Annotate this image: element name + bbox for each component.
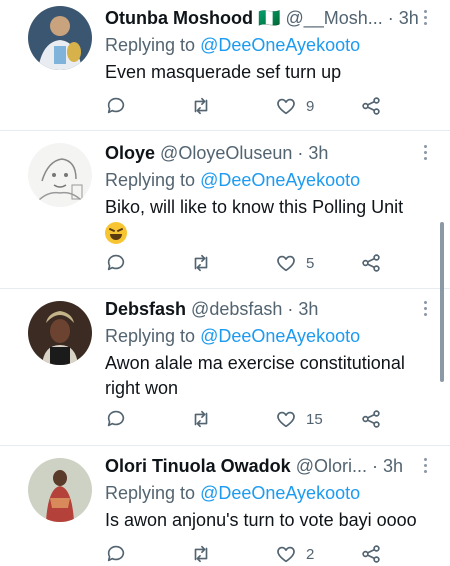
- share-icon: [362, 410, 380, 428]
- heart-icon: [277, 98, 295, 115]
- more-options-icon[interactable]: [424, 458, 428, 476]
- mention-link[interactable]: @DeeOneAyekooto: [200, 170, 360, 190]
- share-icon: [362, 254, 380, 272]
- replying-to: Replying to @DeeOneAyekooto: [105, 480, 430, 506]
- retweet-button[interactable]: [190, 251, 221, 275]
- heart-icon: [277, 546, 295, 563]
- retweet-button[interactable]: [190, 94, 221, 118]
- timestamp[interactable]: · 3h: [297, 143, 328, 163]
- tweet-text: Awon alale ma exercise constitutional ri…: [105, 353, 405, 398]
- display-name[interactable]: Debsfash: [105, 299, 186, 319]
- tweet-header: Oloye @OloyeOluseun · 3h: [105, 141, 430, 165]
- username[interactable]: @Olori...: [296, 456, 367, 476]
- mention-link[interactable]: @DeeOneAyekooto: [200, 35, 360, 55]
- more-options-icon[interactable]: [424, 301, 428, 319]
- share-button[interactable]: [360, 94, 382, 118]
- tweet[interactable]: Otunba Moshood 🇳🇬 @__Mosh... · 3h Replyi…: [0, 0, 450, 131]
- replying-to: Replying to @DeeOneAyekooto: [105, 32, 430, 58]
- replying-to: Replying to @DeeOneAyekooto: [105, 167, 430, 193]
- tweet-text: Is awon anjonu's turn to vote bayi oooo: [105, 510, 417, 530]
- timestamp[interactable]: · 3h: [372, 456, 403, 476]
- display-name[interactable]: Otunba Moshood: [105, 8, 253, 28]
- share-button[interactable]: [360, 251, 382, 275]
- tweet-header: Olori Tinuola Owadok @Olori... · 3h: [105, 454, 430, 478]
- heart-icon: [277, 255, 295, 272]
- grinning-squinting-face-icon: [105, 222, 127, 245]
- display-name[interactable]: Oloye: [105, 143, 155, 163]
- replying-label: Replying to: [105, 170, 201, 190]
- retweet-icon: [194, 545, 208, 563]
- more-options-icon[interactable]: [424, 10, 428, 28]
- reply-icon: [107, 545, 125, 562]
- like-button[interactable]: 2: [275, 542, 314, 566]
- avatar[interactable]: [28, 458, 92, 522]
- like-count: 9: [306, 97, 315, 115]
- mention-link[interactable]: @DeeOneAyekooto: [200, 326, 360, 346]
- username[interactable]: @__Mosh...: [285, 8, 382, 28]
- scrollbar[interactable]: [440, 222, 444, 382]
- avatar[interactable]: [28, 301, 92, 365]
- reply-icon: [107, 410, 125, 427]
- timestamp[interactable]: · 3h: [388, 8, 419, 28]
- like-button[interactable]: 5: [275, 251, 314, 275]
- retweet-button[interactable]: [190, 542, 221, 566]
- reply-button[interactable]: [105, 94, 136, 118]
- share-button[interactable]: [360, 407, 382, 431]
- replying-label: Replying to: [105, 483, 201, 503]
- heart-icon: [277, 411, 295, 428]
- replying-to: Replying to @DeeOneAyekooto: [105, 323, 430, 349]
- reply-button[interactable]: [105, 407, 136, 431]
- share-icon: [362, 97, 380, 115]
- retweet-button[interactable]: [190, 407, 221, 431]
- reply-icon: [107, 254, 125, 271]
- avatar[interactable]: [28, 143, 92, 207]
- tweet-actions: 5: [105, 251, 395, 275]
- nigeria-flag-icon: 🇳🇬: [258, 8, 281, 28]
- tweet[interactable]: Debsfash @debsfash · 3h Replying to @Dee…: [0, 289, 450, 446]
- tweet-actions: 2: [105, 542, 395, 566]
- reply-button[interactable]: [105, 542, 136, 566]
- share-icon: [362, 545, 380, 563]
- tweet-text: Biko, will like to know this Polling Uni…: [105, 195, 430, 245]
- like-count: 5: [306, 254, 315, 272]
- avatar[interactable]: [28, 6, 92, 70]
- tweet-actions: 9: [105, 94, 395, 118]
- like-button[interactable]: 15: [275, 407, 323, 431]
- reply-button[interactable]: [105, 251, 136, 275]
- tweet[interactable]: Olori Tinuola Owadok @Olori... · 3h Repl…: [0, 446, 450, 563]
- replying-label: Replying to: [105, 35, 201, 55]
- tweet-header: Otunba Moshood 🇳🇬 @__Mosh... · 3h: [105, 6, 430, 30]
- tweet[interactable]: Oloye @OloyeOluseun · 3h Replying to @De…: [0, 131, 450, 289]
- more-options-icon[interactable]: [424, 145, 428, 163]
- reply-icon: [107, 97, 125, 114]
- username[interactable]: @OloyeOluseun: [160, 143, 292, 163]
- display-name[interactable]: Olori Tinuola Owadok: [105, 456, 291, 476]
- share-button[interactable]: [360, 542, 382, 566]
- like-button[interactable]: 9: [275, 94, 314, 118]
- like-count: 2: [306, 545, 315, 563]
- timestamp[interactable]: · 3h: [287, 299, 318, 319]
- retweet-icon: [194, 410, 208, 428]
- tweet-text-content: Biko, will like to know this Polling Uni…: [105, 197, 404, 217]
- like-count: 15: [306, 410, 323, 428]
- username[interactable]: @debsfash: [191, 299, 282, 319]
- mention-link[interactable]: @DeeOneAyekooto: [200, 483, 360, 503]
- replying-label: Replying to: [105, 326, 201, 346]
- tweet-text: Even masquerade sef turn up: [105, 62, 342, 82]
- retweet-icon: [194, 97, 208, 115]
- tweet-header: Debsfash @debsfash · 3h: [105, 297, 430, 321]
- tweet-actions: 15: [105, 407, 395, 431]
- retweet-icon: [194, 254, 208, 272]
